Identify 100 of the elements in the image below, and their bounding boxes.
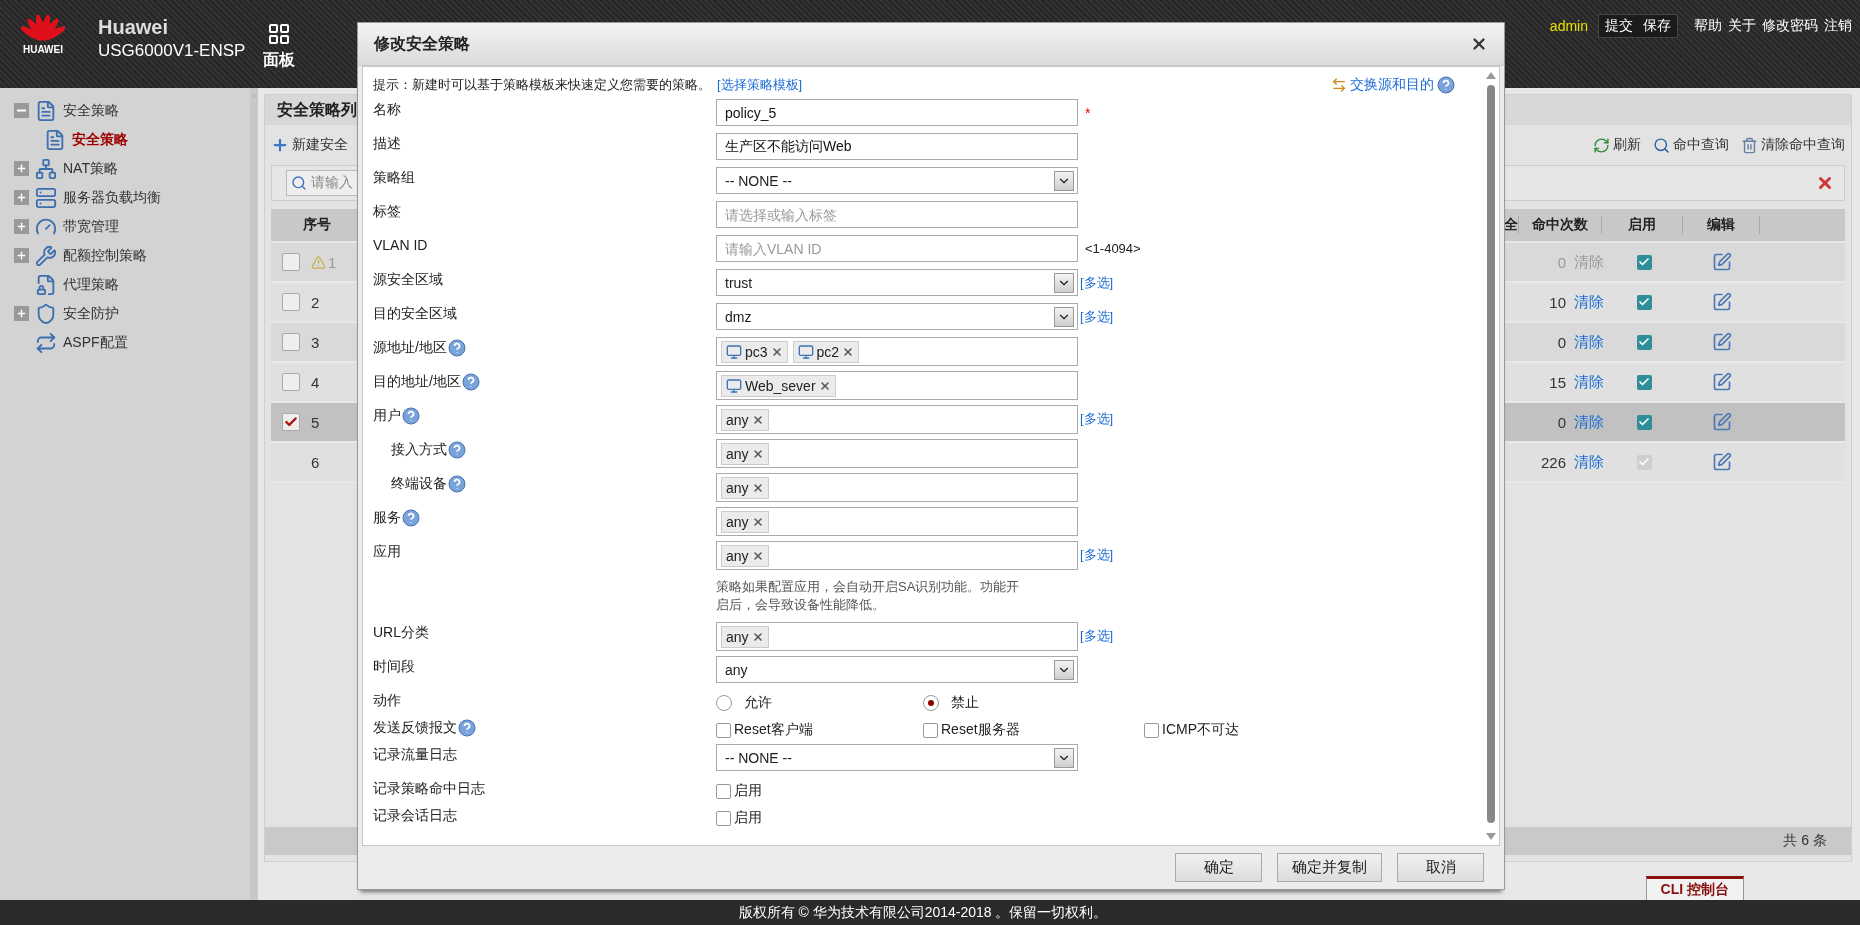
enable-checkbox[interactable]: [1636, 294, 1652, 310]
dialog-button[interactable]: 取消: [1397, 853, 1484, 882]
clear-link[interactable]: 清除: [1574, 332, 1604, 352]
checkbox[interactable]: [716, 722, 731, 738]
enable-checkbox[interactable]: [1636, 334, 1652, 350]
remove-icon[interactable]: [751, 549, 764, 562]
row-checkbox[interactable]: [282, 373, 300, 391]
help-icon[interactable]: [448, 475, 466, 493]
dropdown[interactable]: -- NONE --: [716, 167, 1078, 194]
expand-icon[interactable]: [14, 219, 29, 234]
toolbar-button[interactable]: 清除命中查询: [1741, 136, 1845, 154]
collapse-icon[interactable]: [14, 103, 29, 118]
help-icon[interactable]: [461, 373, 480, 391]
header-link[interactable]: 帮助: [1694, 17, 1722, 35]
header-link[interactable]: 提交: [1605, 17, 1633, 35]
tag-field[interactable]: pc3 pc2: [716, 337, 1078, 366]
dialog-button[interactable]: 确定并复制: [1277, 853, 1382, 882]
sidebar-item[interactable]: 带宽管理: [63, 217, 119, 236]
header-link[interactable]: 注销: [1824, 17, 1852, 35]
tag-field[interactable]: any: [716, 439, 1078, 468]
remove-icon[interactable]: [842, 345, 855, 358]
help-icon[interactable]: [402, 509, 420, 527]
header-link[interactable]: 保存: [1643, 17, 1671, 35]
enable-checkbox[interactable]: [1636, 254, 1652, 270]
tag-field[interactable]: any: [716, 622, 1078, 652]
tag-field[interactable]: any: [716, 541, 1078, 570]
help-icon[interactable]: [402, 407, 420, 425]
cli-tab[interactable]: CLI 控制台: [1645, 876, 1744, 900]
checkbox[interactable]: [716, 810, 731, 826]
help-icon[interactable]: [448, 441, 466, 459]
enable-checkbox[interactable]: [1636, 414, 1652, 430]
close-button[interactable]: [1470, 35, 1488, 53]
multi-select-link[interactable]: [多选]: [1080, 626, 1114, 645]
enable-checkbox[interactable]: [1636, 374, 1652, 390]
remove-icon[interactable]: [751, 413, 764, 426]
sidebar-item[interactable]: 服务器负载均衡: [63, 188, 161, 207]
dropdown[interactable]: dmz: [716, 303, 1078, 330]
dropdown[interactable]: any: [716, 656, 1078, 684]
new-button[interactable]: 新建安全: [271, 136, 348, 154]
expand-icon[interactable]: [14, 248, 29, 263]
checkbox[interactable]: [1144, 722, 1159, 738]
tag-field[interactable]: Web_sever: [716, 371, 1078, 400]
edit-icon[interactable]: [1712, 372, 1732, 392]
help-icon[interactable]: [458, 719, 476, 738]
expand-icon[interactable]: [14, 190, 29, 205]
remove-icon[interactable]: [751, 630, 764, 643]
sidebar-item[interactable]: 代理策略: [63, 275, 119, 294]
sidebar-item[interactable]: 安全防护: [63, 304, 119, 323]
remove-icon[interactable]: [751, 481, 764, 494]
multi-select-link[interactable]: [多选]: [1080, 409, 1114, 428]
remove-icon[interactable]: [751, 515, 764, 528]
toolbar-button[interactable]: 刷新: [1593, 136, 1641, 154]
nav-item[interactable]: 面板: [263, 0, 295, 71]
close-icon[interactable]: [1816, 174, 1834, 192]
tag-field[interactable]: any: [716, 507, 1078, 536]
sidebar-item[interactable]: 安全策略: [72, 130, 128, 149]
row-checkbox[interactable]: [282, 333, 300, 351]
text-field[interactable]: 生产区不能访问Web: [716, 133, 1078, 160]
sidebar-item[interactable]: 配额控制策略: [63, 246, 147, 265]
clear-link[interactable]: 清除: [1574, 452, 1604, 472]
expand-icon[interactable]: [14, 306, 29, 321]
multi-select-link[interactable]: [多选]: [1080, 307, 1114, 326]
tag-field[interactable]: any: [716, 473, 1078, 502]
text-field[interactable]: policy_5: [716, 99, 1078, 126]
checkbox[interactable]: [716, 783, 731, 799]
multi-select-link[interactable]: [多选]: [1080, 545, 1114, 564]
remove-icon[interactable]: [770, 345, 783, 358]
checkbox[interactable]: [923, 722, 938, 738]
edit-icon[interactable]: [1712, 332, 1732, 352]
remove-icon[interactable]: [751, 447, 764, 460]
expand-icon[interactable]: [14, 161, 29, 176]
row-checkbox[interactable]: [282, 253, 300, 271]
dialog-button[interactable]: 确定: [1175, 853, 1262, 882]
clear-link[interactable]: 清除: [1574, 292, 1604, 312]
help-icon[interactable]: [447, 339, 466, 357]
row-checkbox[interactable]: [282, 293, 300, 311]
edit-icon[interactable]: [1712, 292, 1732, 312]
swap-link[interactable]: 交换源和目的: [1350, 76, 1434, 94]
row-checkbox[interactable]: [282, 413, 300, 431]
remove-icon[interactable]: [818, 379, 831, 392]
scroll-down-icon[interactable]: [1486, 833, 1496, 841]
scroll-up-icon[interactable]: [1486, 71, 1496, 79]
dropdown[interactable]: trust: [716, 269, 1078, 296]
sidebar-item[interactable]: 安全策略: [63, 101, 119, 120]
header-link[interactable]: 关于: [1728, 17, 1756, 35]
edit-icon[interactable]: [1712, 412, 1732, 432]
help-icon[interactable]: [1437, 76, 1455, 94]
text-field[interactable]: 请输入VLAN ID: [716, 235, 1078, 262]
sidebar-item[interactable]: ASPF配置: [63, 333, 128, 352]
header-link[interactable]: 修改密码: [1762, 17, 1818, 35]
sidebar-item[interactable]: NAT策略: [63, 159, 118, 178]
toolbar-button[interactable]: 命中查询: [1653, 136, 1729, 154]
clear-link[interactable]: 清除: [1574, 372, 1604, 392]
tag-field[interactable]: any: [716, 405, 1078, 434]
template-link[interactable]: [选择策略模板]: [717, 77, 803, 92]
enable-checkbox[interactable]: [1636, 454, 1652, 470]
multi-select-link[interactable]: [多选]: [1080, 273, 1114, 292]
text-field[interactable]: 请选择或输入标签: [716, 201, 1078, 228]
edit-icon[interactable]: [1712, 452, 1732, 472]
dropdown[interactable]: -- NONE --: [716, 744, 1078, 772]
